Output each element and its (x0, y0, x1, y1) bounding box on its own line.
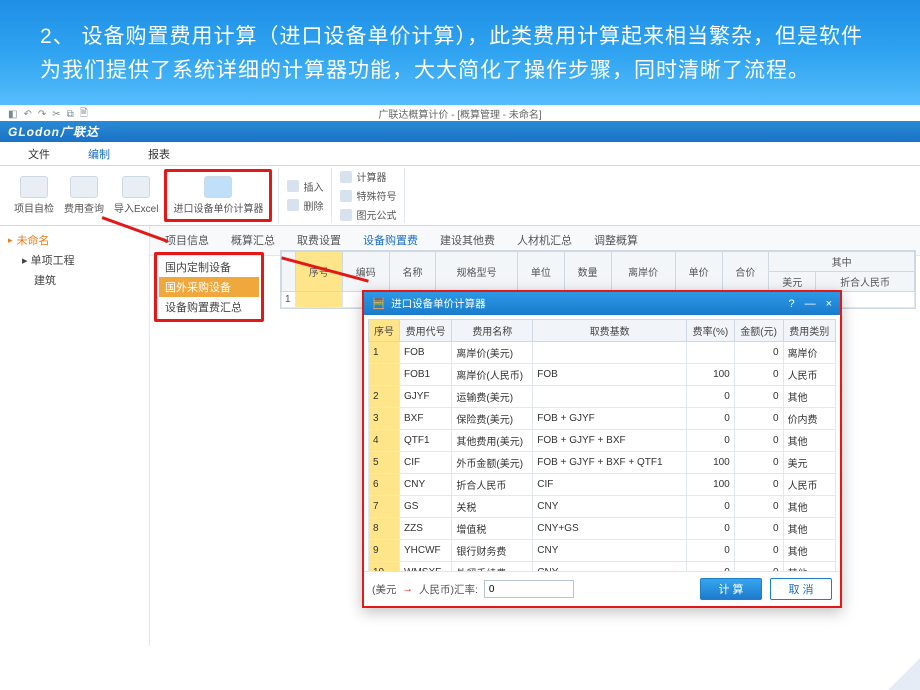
minus-icon (287, 199, 299, 211)
ribbon-tab-report[interactable]: 报表 (130, 142, 188, 165)
tree-item-building[interactable]: 建筑 (4, 270, 145, 290)
excel-icon (122, 176, 150, 198)
table-row[interactable]: 10WMSXF外贸手续费CNY00其他 (369, 562, 836, 572)
qat-paste-icon[interactable]: 🗎 (80, 106, 88, 123)
calculator-table[interactable]: 序号 费用代号 费用名称 取费基数 费率(%) 金额(元) 费用类别 1FOB离… (368, 319, 836, 571)
table-row[interactable]: 7GS关税CNY00其他 (369, 496, 836, 518)
app-icon: 🧮 (372, 297, 385, 310)
ribbon-tabs: 文件 编制 报表 (0, 142, 920, 166)
subitem-summary[interactable]: 设备购置费汇总 (159, 297, 259, 317)
subitem-import[interactable]: 国外采购设备 (159, 277, 259, 297)
ribbon-calculator[interactable]: 计算器 (338, 168, 398, 185)
ribbon: 项目自检 费用查询 导入Excel 进口设备单价计算器 插入 删除 计算器 特殊… (0, 166, 920, 226)
dialog-title: 进口设备单价计算器 (391, 296, 486, 311)
table-row[interactable]: 4QTF1其他费用(美元)FOB + GJYF + BXF00其他 (369, 430, 836, 452)
calculate-button[interactable]: 计 算 (700, 578, 762, 600)
ribbon-tab-file[interactable]: 文件 (10, 142, 68, 165)
table-row[interactable]: 8ZZS增值税CNY+GS00其他 (369, 518, 836, 540)
ribbon-special-symbol[interactable]: 特殊符号 (338, 187, 398, 204)
col-unitprice: 单价 (675, 252, 722, 292)
table-row[interactable]: 6CNY折合人民币CIF1000人民币 (369, 474, 836, 496)
brand-text: GLodon广联达 (8, 123, 99, 140)
ribbon-insert[interactable]: 插入 (285, 178, 325, 195)
omega-icon (340, 190, 352, 202)
calculator-icon (204, 176, 232, 198)
tree-item-singleproject[interactable]: ▸ 单项工程 (4, 250, 145, 270)
qat-undo-icon[interactable]: ↶ (23, 109, 31, 120)
table-row[interactable]: 3BXF保险费(美元)FOB + GJYF00价内费 (369, 408, 836, 430)
page-curl-icon (888, 658, 920, 690)
col-total: 合价 (722, 252, 769, 292)
col-unit: 单位 (517, 252, 564, 292)
project-tree: 未命名 ▸ 单项工程 建筑 (0, 226, 150, 646)
dialog-titlebar[interactable]: 🧮 进口设备单价计算器 ? — × (364, 292, 840, 315)
slide-description: 2、 设备购置费用计算（进口设备单价计算），此类费用计算起来相当繁杂，但是软件为… (0, 0, 920, 105)
ribbon-btn-selfcheck[interactable]: 项目自检 (10, 174, 58, 217)
col-spec: 规格型号 (436, 252, 517, 292)
plus-icon (287, 180, 299, 192)
col-feename: 费用名称 (452, 320, 533, 342)
col-code: 编码 (342, 252, 389, 292)
col-usd: 美元 (769, 272, 816, 292)
table-row[interactable]: 2GJYF运输费(美元)00其他 (369, 386, 836, 408)
table-row[interactable]: 5CIF外币金额(美元)FOB + GJYF + BXF + QTF11000美… (369, 452, 836, 474)
check-icon (20, 176, 48, 198)
col-rate: 费率(%) (687, 320, 735, 342)
table-row[interactable]: 9YHCWF银行财务费CNY00其他 (369, 540, 836, 562)
ribbon-btn-import-calc[interactable]: 进口设备单价计算器 (169, 174, 267, 217)
ribbon-tab-edit[interactable]: 编制 (70, 142, 128, 165)
ribbon-delete[interactable]: 删除 (285, 197, 325, 214)
help-icon[interactable]: ? (788, 298, 794, 310)
col-amount: 金额(元) (734, 320, 783, 342)
col-seq: 序号 (369, 320, 400, 342)
col-rmb: 折合人民币 (816, 272, 915, 292)
col-feebase: 取费基数 (533, 320, 687, 342)
ribbon-btn-import-excel[interactable]: 导入Excel (110, 174, 162, 217)
col-cat: 费用类别 (783, 320, 835, 342)
rate-label-mid: 人民币)汇率: (419, 582, 478, 597)
col-group-within: 其中 (769, 252, 915, 272)
qat-redo-icon[interactable]: ↷ (38, 109, 46, 120)
exchange-rate-input[interactable] (484, 580, 574, 598)
formula-icon (340, 209, 352, 221)
col-qty: 数量 (564, 252, 611, 292)
table-row[interactable]: FOB1离岸价(人民币)FOB1000人民币 (369, 364, 836, 386)
subitem-domestic[interactable]: 国内定制设备 (159, 257, 259, 277)
ribbon-btn-feequery[interactable]: 费用查询 (60, 174, 108, 217)
minimize-icon[interactable]: — (805, 298, 816, 310)
cancel-button[interactable]: 取 消 (770, 578, 832, 600)
rate-label-left: (美元 (372, 582, 397, 597)
qat-cut-icon[interactable]: ✂ (52, 109, 60, 120)
col-fob: 离岸价 (611, 252, 675, 292)
search-icon (70, 176, 98, 198)
col-feecode: 费用代号 (400, 320, 452, 342)
close-icon[interactable]: × (826, 298, 832, 310)
calc-icon (340, 171, 352, 183)
brand-bar: GLodon广联达 (0, 121, 920, 142)
qat-save-icon[interactable]: ◧ (8, 109, 17, 120)
tree-root[interactable]: 未命名 (4, 230, 145, 250)
import-price-calculator-dialog: 🧮 进口设备单价计算器 ? — × 序号 费用代号 费用名称 取费基数 费率(%… (362, 290, 842, 608)
ribbon-formula[interactable]: 图元公式 (338, 206, 398, 223)
qat-copy-icon[interactable]: ⧉ (67, 109, 74, 120)
table-row[interactable]: 1FOB离岸价(美元)0离岸价 (369, 342, 836, 364)
col-name: 名称 (389, 252, 436, 292)
equipment-type-list: 国内定制设备 国外采购设备 设备购置费汇总 (154, 252, 264, 322)
